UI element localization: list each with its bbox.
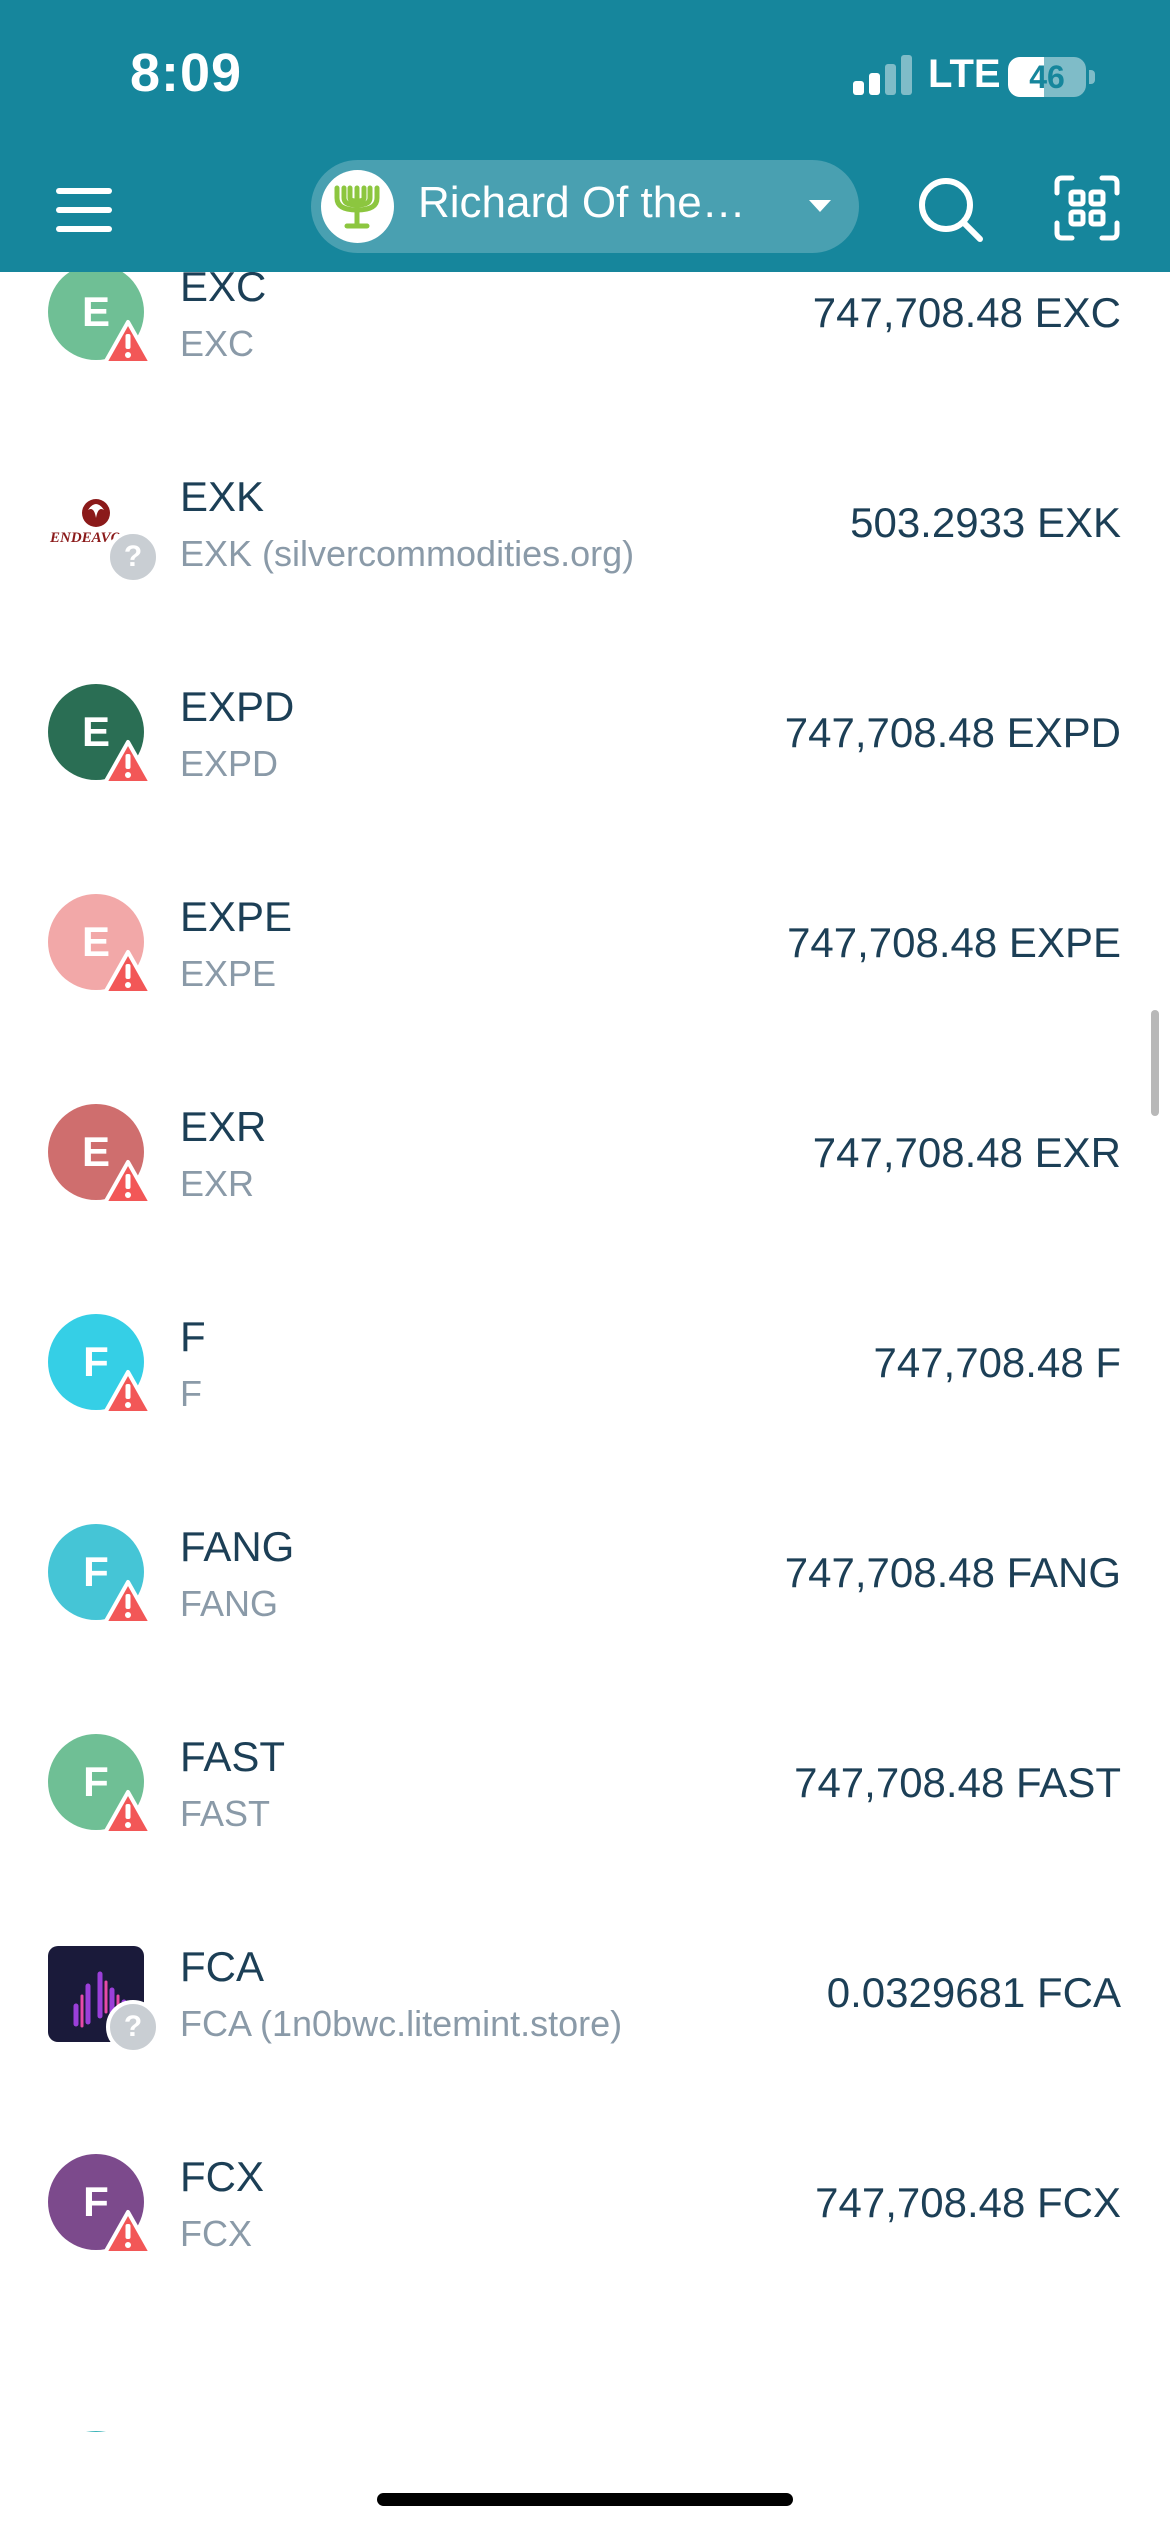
asset-letter-avatar (48, 2431, 144, 2432)
asset-code: FAST (180, 1733, 286, 1780)
asset-logo: E (48, 272, 158, 374)
asset-balance: 747,708.48 EXPE (787, 919, 1121, 966)
warning-icon (103, 1370, 153, 1415)
asset-issuer: EXC (180, 323, 255, 364)
asset-code: EXPD (180, 683, 295, 730)
asset-row[interactable]: F FANG FANG 747,708.48 FANG (0, 1479, 1170, 1689)
asset-balance: 503.2933 EXK (850, 499, 1121, 546)
asset-logo: F (48, 1524, 158, 1634)
asset-row[interactable]: F F F 747,708.48 F (0, 1269, 1170, 1479)
asset-row[interactable]: E EXR EXR 747,708.48 EXR (0, 1059, 1170, 1269)
battery-tip (1089, 70, 1095, 84)
warning-icon (103, 740, 153, 785)
asset-balance: 747,708.48 F (873, 1339, 1121, 1386)
asset-issuer: FAST (180, 1793, 271, 1834)
asset-logo: E (48, 894, 158, 1004)
asset-code: FANG (180, 1523, 295, 1570)
asset-issuer: FANG (180, 1583, 279, 1624)
asset-logo: ENDEAVO? (48, 474, 160, 584)
qr-scan-icon[interactable] (1054, 175, 1120, 241)
warning-icon (103, 320, 153, 365)
asset-row[interactable]: F FAST FAST 747,708.48 FAST (0, 1689, 1170, 1899)
unknown-asset-badge: ? (106, 2000, 160, 2054)
asset-logo: F (48, 1734, 158, 1844)
asset-code: EXC (180, 272, 267, 310)
hamburger-menu-icon[interactable] (52, 180, 116, 240)
network-type: LTE (928, 52, 1001, 96)
asset-row-partial[interactable]: FDS (0, 2417, 1170, 2432)
asset-code: EXK (180, 473, 265, 520)
wallet-name: Richard Of the… (418, 178, 746, 227)
asset-row[interactable]: ENDEAVO? EXK EXK (silvercommodities.org) 50… (0, 429, 1170, 639)
asset-issuer: EXR (180, 1163, 255, 1204)
asset-code: FCX (180, 2153, 264, 2200)
asset-logo: ? (48, 1944, 160, 2054)
status-bar: 8:09 LTE 46 (0, 0, 1170, 150)
battery-level: 46 (1029, 59, 1065, 95)
asset-code: FDS (180, 2423, 264, 2432)
asset-logo: F (48, 1314, 158, 1424)
asset-balance: 747,708.48 EXC (812, 289, 1121, 336)
asset-row[interactable]: F FCX FCX 747,708.48 FCX (0, 2109, 1170, 2319)
asset-logo: E (48, 1104, 158, 1214)
asset-logo: F (48, 2154, 158, 2264)
asset-balance: 747,708.48 FANG (784, 1549, 1121, 1596)
asset-issuer: EXK (silvercommodities.org) (180, 533, 635, 574)
status-time: 8:09 (130, 43, 243, 103)
asset-list: E EXC EXC 747,708.48 EXC ENDEAVO? EXK EXK (sil… (0, 272, 1170, 2432)
wallet-selector[interactable]: Richard Of the… (311, 160, 859, 253)
asset-issuer: FCA (1n0bwc.litemint.store) (180, 2003, 623, 2044)
warning-icon (103, 2210, 153, 2255)
toolbar: Richard Of the… (0, 150, 1170, 272)
asset-issuer: EXPD (180, 743, 279, 784)
asset-row[interactable]: ? FCA FCA (1n0bwc.litemint.store) 0.0329681… (0, 1899, 1170, 2109)
asset-issuer: F (180, 1373, 202, 1414)
cellular-signal-icon (853, 55, 913, 95)
app-header: 8:09 LTE 46 Richard Of the… (0, 0, 1170, 272)
asset-code: F (180, 1313, 206, 1360)
asset-row[interactable]: E EXPE EXPE 747,708.48 EXPE (0, 849, 1170, 1059)
asset-balance: 747,708.48 FCX (815, 2179, 1121, 2226)
asset-row[interactable]: E EXPD EXPD 747,708.48 EXPD (0, 639, 1170, 849)
asset-balance: 747,708.48 EXR (812, 1129, 1121, 1176)
asset-code: EXPE (180, 893, 293, 940)
menorah-icon (321, 170, 394, 243)
warning-icon (103, 950, 153, 995)
asset-balance: 0.0329681 FCA (826, 1969, 1121, 2016)
asset-code: FCA (180, 1943, 264, 1990)
home-indicator (377, 2493, 793, 2506)
warning-icon (103, 1160, 153, 1205)
chevron-down-icon (809, 200, 831, 212)
asset-balance: 747,708.48 FAST (794, 1759, 1121, 1806)
warning-icon (103, 1790, 153, 1835)
asset-issuer: FCX (180, 2213, 252, 2254)
battery-icon: 46 (1008, 57, 1086, 97)
asset-code: EXR (180, 1103, 267, 1150)
warning-icon (103, 1580, 153, 1625)
search-icon[interactable] (916, 175, 986, 245)
asset-row[interactable]: E EXC EXC 747,708.48 EXC (0, 272, 1170, 429)
asset-logo: E (48, 684, 158, 794)
asset-issuer: EXPE (180, 953, 277, 994)
asset-balance: 747,708.48 EXPD (784, 709, 1121, 756)
scrollbar[interactable] (1151, 1010, 1159, 1116)
unknown-asset-badge: ? (106, 530, 160, 584)
